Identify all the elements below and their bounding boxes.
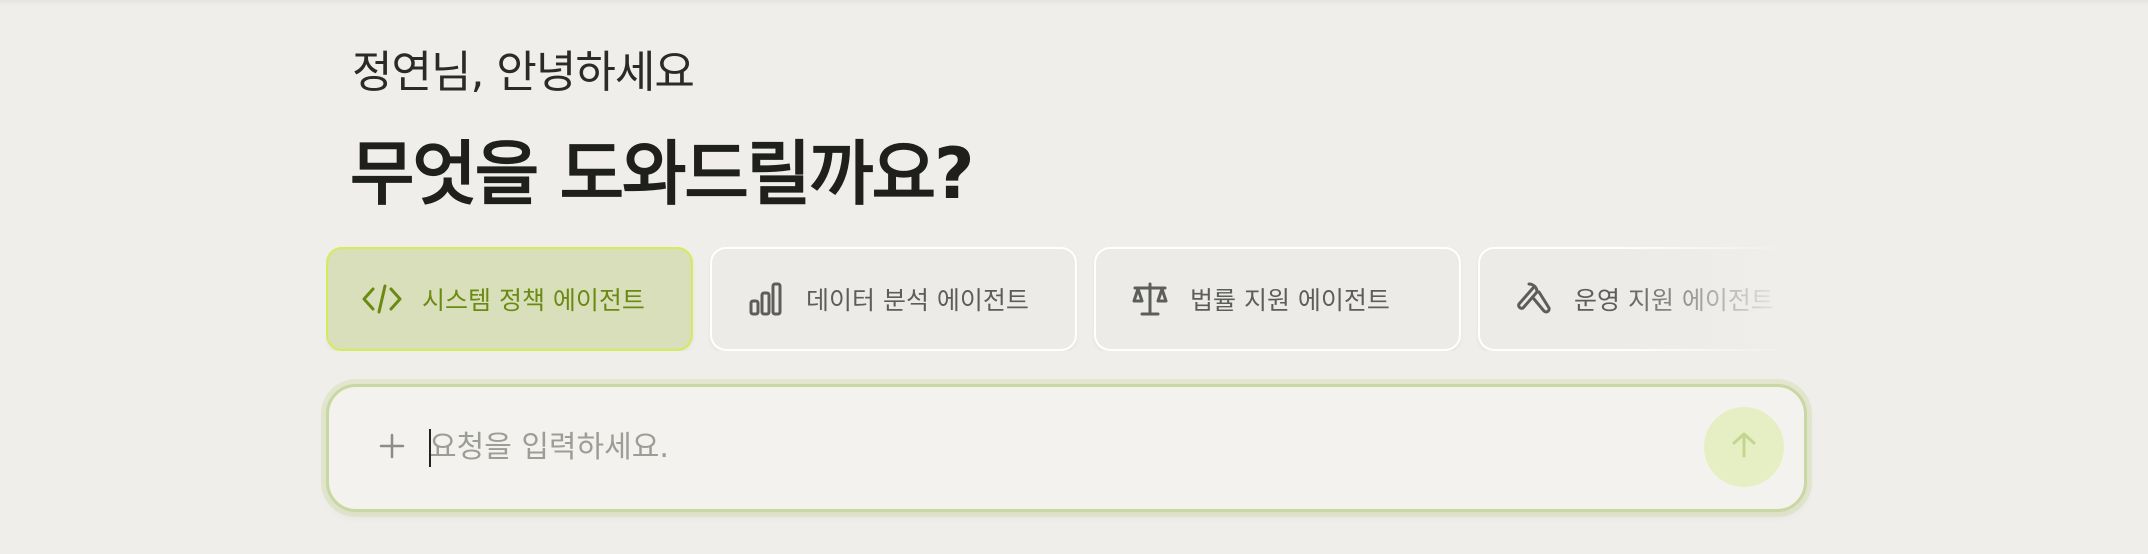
wrench-icon [1512, 277, 1556, 321]
prompt-input[interactable] [429, 421, 1609, 473]
plus-icon [379, 433, 405, 463]
agent-card-system-policy[interactable]: 시스템 정책 에이전트 [326, 247, 693, 351]
arrow-up-icon [1729, 430, 1759, 464]
agent-card-legal-support[interactable]: 법률 지원 에이전트 [1094, 247, 1461, 351]
agent-card-operations-support[interactable]: 운영 지원 에이전트 [1478, 247, 1845, 351]
greeting-text: 정연님, 안녕하세요 [352, 47, 695, 98]
code-icon [360, 277, 404, 321]
prompt-box [326, 384, 1807, 512]
agent-card-data-analysis[interactable]: 데이터 분석 에이전트 [710, 247, 1077, 351]
agent-label: 시스템 정책 에이전트 [422, 286, 645, 315]
page-headline: 무엇을 도와드릴까요? [350, 133, 975, 215]
attach-button[interactable] [369, 425, 415, 471]
agent-label: 데이터 분석 에이전트 [806, 286, 1029, 315]
text-caret [429, 429, 431, 467]
agent-label: 법률 지원 에이전트 [1190, 286, 1390, 315]
agent-label: 운영 지원 에이전트 [1574, 286, 1774, 315]
top-divider [0, 0, 2148, 6]
agent-selector: 시스템 정책 에이전트 데이터 분석 에이전트 법률 지원 에이전트 운영 지원… [326, 247, 1846, 351]
bar-chart-icon [744, 277, 788, 321]
scale-icon [1128, 277, 1172, 321]
send-button[interactable] [1704, 407, 1784, 487]
